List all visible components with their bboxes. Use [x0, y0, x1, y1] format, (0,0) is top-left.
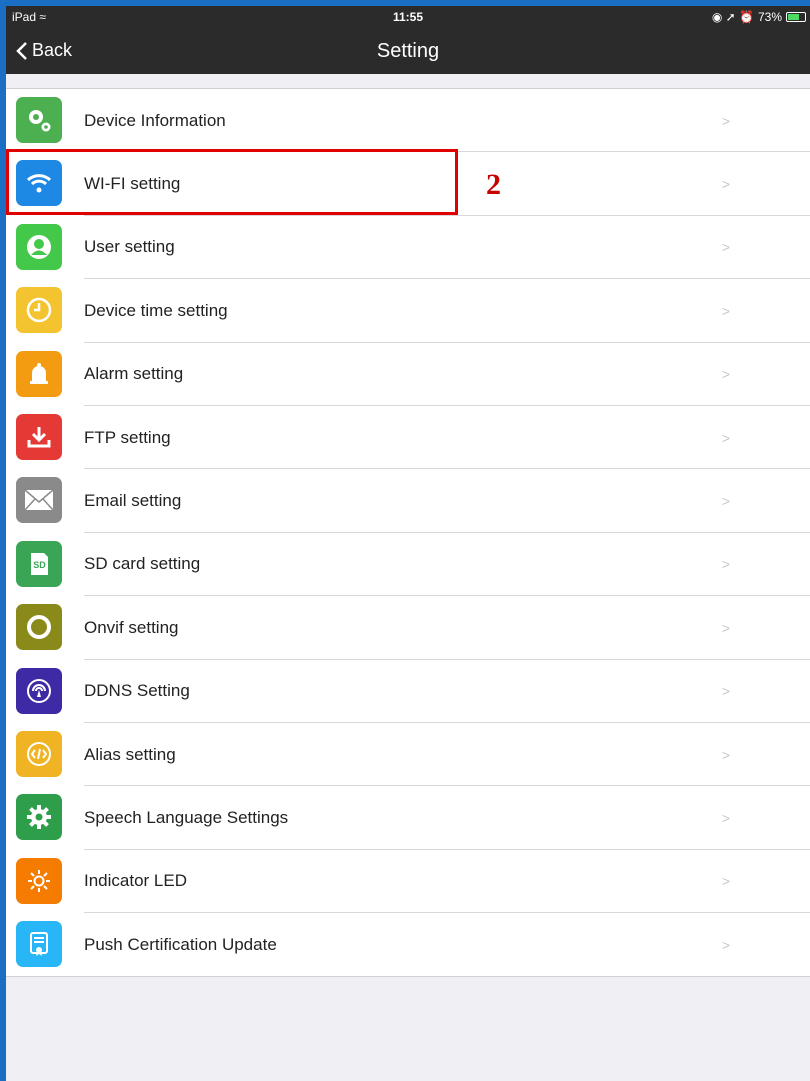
chevron-right-icon: > [721, 429, 730, 446]
bell-icon [16, 350, 62, 397]
chevron-right-icon: > [721, 302, 730, 319]
settings-item-user[interactable]: User setting > [6, 216, 810, 280]
chevron-right-icon: > [721, 366, 730, 383]
settings-item-label: User setting [84, 237, 175, 257]
sun-icon [16, 857, 62, 904]
settings-item-alarm[interactable]: Alarm setting > [6, 343, 810, 406]
highlight-box [6, 149, 458, 215]
navigation-bar: Back Setting [6, 28, 810, 74]
settings-list: Device Information > WI-FI setting > Use… [6, 88, 810, 978]
settings-item-ddns[interactable]: DDNS Setting > [6, 660, 810, 723]
chevron-right-icon: > [721, 809, 730, 826]
app-screen: iPad ≈ 11:55 ◉ ➚ ⏰ 73% Back Setting Devi… [6, 6, 810, 1081]
battery-icon [786, 12, 806, 22]
chevron-right-icon: > [721, 493, 730, 510]
chevron-right-icon: > [721, 746, 730, 763]
annotation-number: 2 [486, 168, 501, 201]
settings-item-label: Onvif setting [84, 617, 179, 637]
settings-item-label: Indicator LED [84, 871, 187, 891]
settings-item-label: SD card setting [84, 554, 201, 574]
ring-icon [16, 604, 62, 651]
clock-icon [16, 287, 62, 334]
battery-percent: 73% [757, 10, 782, 24]
settings-item-sd-card[interactable]: SD SD card setting > [6, 533, 810, 597]
status-bar: iPad ≈ 11:55 ◉ ➚ ⏰ 73% [6, 6, 810, 28]
settings-item-label: Email setting [84, 491, 182, 511]
user-icon [16, 223, 62, 270]
svg-text:SD: SD [33, 560, 46, 570]
chevron-right-icon: > [721, 936, 730, 953]
status-right: ◉ ➚ ⏰ 73% [712, 10, 806, 24]
status-time: 11:55 [392, 10, 424, 24]
settings-item-alias[interactable]: Alias setting > [6, 723, 810, 787]
location-icon: ◉ ➚ ⏰ [711, 10, 754, 24]
settings-item-label: Alias setting [84, 744, 176, 764]
chevron-right-icon: > [721, 239, 730, 256]
settings-item-onvif[interactable]: Onvif setting > [6, 596, 810, 660]
envelope-icon [16, 477, 62, 524]
chevron-right-icon: > [721, 619, 730, 636]
settings-item-device-information[interactable]: Device Information > [6, 89, 810, 153]
gear-icon [16, 794, 62, 841]
settings-item-label: Alarm setting [84, 364, 184, 384]
code-icon [16, 730, 62, 777]
chevron-right-icon: > [721, 556, 730, 573]
settings-item-indicator-led[interactable]: Indicator LED > [6, 850, 810, 914]
settings-item-label: Push Certification Update [84, 934, 277, 954]
settings-item-label: Device Information [84, 110, 226, 130]
signal-icon [16, 667, 62, 714]
settings-item-label: Device time setting [84, 300, 228, 320]
gears-icon [16, 97, 62, 143]
settings-item-label: FTP setting [84, 427, 171, 447]
page-title: Setting [376, 40, 440, 62]
settings-item-email[interactable]: Email setting > [6, 469, 810, 533]
settings-item-push-certification[interactable]: Push Certification Update > [6, 913, 810, 976]
chevron-right-icon: > [721, 683, 730, 700]
chevron-right-icon: > [721, 176, 730, 193]
chevron-right-icon: > [721, 112, 730, 129]
settings-item-ftp[interactable]: FTP setting > [6, 406, 810, 470]
settings-item-label: DDNS Setting [84, 681, 190, 701]
settings-item-label: Speech Language Settings [84, 807, 289, 827]
download-icon [16, 413, 62, 460]
certificate-icon [16, 921, 62, 968]
settings-item-device-time[interactable]: Device time setting > [6, 279, 810, 343]
sd-card-icon: SD [16, 540, 62, 587]
chevron-right-icon: > [721, 873, 730, 890]
settings-item-speech-language[interactable]: Speech Language Settings > [6, 786, 810, 850]
